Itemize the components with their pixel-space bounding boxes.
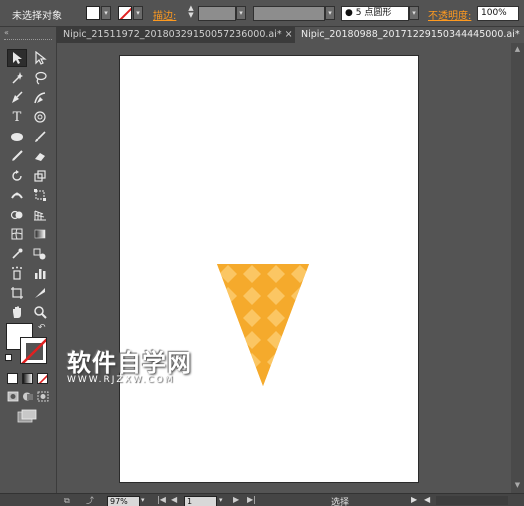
- free-transform-tool-icon[interactable]: [30, 186, 50, 204]
- eraser-tool-icon[interactable]: [30, 147, 50, 165]
- width-tool-icon[interactable]: [7, 186, 27, 204]
- lasso-tool-icon[interactable]: [30, 69, 50, 87]
- draw-behind-icon[interactable]: [22, 391, 34, 402]
- paintbrush-tool-icon[interactable]: [30, 128, 50, 146]
- hand-tool-icon[interactable]: [7, 303, 27, 321]
- direct-selection-tool-icon[interactable]: [30, 49, 50, 67]
- draw-normal-icon[interactable]: [7, 391, 19, 402]
- tools-panel: « T ↶: [0, 27, 57, 506]
- control-bar: 未选择对象 ▾ ▾ 描边: ▲ ▼ ▾ ▾ ● 5 点圆形 ▾ 不透明度: 100…: [0, 0, 524, 27]
- brush-definition-label: 5 点圆形: [355, 8, 392, 18]
- draw-inside-icon[interactable]: [37, 391, 49, 402]
- ice-cream-cone-shape[interactable]: [216, 263, 310, 387]
- screen-mode-icon[interactable]: [17, 409, 37, 423]
- opacity-label[interactable]: 不透明度:: [428, 7, 471, 22]
- horizontal-scrollbar[interactable]: [436, 496, 508, 505]
- last-artboard-icon[interactable]: ▶|: [247, 495, 256, 504]
- type-tool-icon[interactable]: T: [7, 108, 27, 126]
- current-tool-label: 选择: [331, 498, 350, 506]
- scroll-left-icon[interactable]: ◀: [424, 495, 430, 504]
- fill-color-swatch[interactable]: [86, 6, 100, 20]
- color-mode-icon[interactable]: [7, 373, 18, 384]
- tab-document-1[interactable]: Nipic_21511972_20180329150057236000.ai* …: [57, 27, 295, 43]
- stroke-color-swatch[interactable]: [118, 6, 132, 20]
- status-menu-icon[interactable]: ▶: [411, 495, 417, 504]
- vertical-scrollbar[interactable]: ▲ ▼: [511, 43, 524, 493]
- selection-status-label: 未选择对象: [12, 11, 62, 22]
- blend-tool-icon[interactable]: [30, 245, 50, 263]
- variable-width-dropdown-icon[interactable]: ▾: [325, 6, 335, 20]
- shape-builder-tool-icon[interactable]: [7, 206, 27, 224]
- stroke-dropdown-icon[interactable]: ▾: [133, 6, 143, 20]
- perspective-grid-tool-icon[interactable]: [30, 206, 50, 224]
- opacity-input[interactable]: 100%: [477, 6, 519, 21]
- zoom-dropdown-icon[interactable]: ▾: [141, 496, 150, 506]
- selection-tool-icon[interactable]: [7, 49, 27, 67]
- artboard-number-input[interactable]: 1: [184, 496, 217, 506]
- default-colors-icon[interactable]: [5, 354, 12, 361]
- watermark-title: 软件自学网: [67, 349, 192, 377]
- zoom-tool-icon[interactable]: [30, 303, 50, 321]
- none-mode-icon[interactable]: [37, 373, 48, 384]
- next-artboard-icon[interactable]: ▶: [233, 495, 239, 504]
- panel-grip[interactable]: [4, 39, 52, 41]
- ellipse-tool-icon[interactable]: [7, 128, 27, 146]
- swap-fill-stroke-icon[interactable]: ↶: [38, 323, 46, 333]
- collapse-panel-icon[interactable]: «: [4, 28, 9, 37]
- artboard-dropdown-icon[interactable]: ▾: [219, 496, 223, 504]
- stroke-weight-dropdown-icon[interactable]: ▾: [236, 6, 246, 20]
- mesh-tool-icon[interactable]: [7, 225, 27, 243]
- scale-tool-icon[interactable]: [30, 167, 50, 185]
- column-graph-tool-icon[interactable]: [30, 264, 50, 282]
- no-stroke-icon: [21, 338, 46, 363]
- pen-tool-icon[interactable]: [7, 89, 27, 107]
- scroll-up-icon[interactable]: ▲: [513, 45, 522, 54]
- watermark-logo: 软件自学网 WWW.RJZXW.COM: [67, 349, 192, 385]
- touch-type-tool-icon[interactable]: [30, 108, 50, 126]
- gradient-tool-icon[interactable]: [30, 225, 50, 243]
- artboard-tool-icon[interactable]: [7, 284, 27, 302]
- watermark-url: WWW.RJZXW.COM: [67, 375, 175, 385]
- no-stroke-icon: [119, 7, 131, 19]
- eyedropper-tool-icon[interactable]: [7, 245, 27, 263]
- first-artboard-icon[interactable]: |◀: [157, 495, 166, 504]
- fill-dropdown-icon[interactable]: ▾: [101, 6, 111, 20]
- pencil-tool-icon[interactable]: [7, 147, 27, 165]
- brush-dot-icon: ●: [345, 8, 353, 18]
- magic-wand-tool-icon[interactable]: [7, 69, 27, 87]
- scroll-down-icon[interactable]: ▼: [513, 481, 522, 490]
- slice-tool-icon[interactable]: [30, 284, 50, 302]
- tab-document-2[interactable]: Nipic_20180988_20171229150344445000.ai* …: [295, 27, 524, 43]
- artboard[interactable]: [119, 55, 419, 483]
- brush-dropdown-icon[interactable]: ▾: [409, 6, 419, 20]
- curvature-tool-icon[interactable]: [30, 89, 50, 107]
- rotate-tool-icon[interactable]: [7, 167, 27, 185]
- symbol-sprayer-tool-icon[interactable]: [7, 264, 27, 282]
- stroke-weight-input[interactable]: [198, 6, 236, 21]
- stroke-stepper-icon[interactable]: ▲ ▼: [186, 5, 196, 21]
- artboard-nav-icon[interactable]: ⧉: [64, 496, 78, 506]
- share-icon[interactable]: ⤴: [86, 495, 98, 505]
- zoom-level-input[interactable]: 97%: [107, 496, 140, 506]
- document-tabs: Nipic_21511972_20180329150057236000.ai* …: [57, 27, 524, 43]
- canvas-area[interactable]: 软件自学网 WWW.RJZXW.COM: [57, 43, 511, 493]
- status-bar: ⧉ ⤴ 97% ▾ |◀ ◀ 1 ▾ ▶ ▶| 选择 ▶ ◀: [0, 493, 524, 506]
- stroke-color-box[interactable]: [20, 337, 47, 364]
- variable-width-profile-select[interactable]: [253, 6, 325, 21]
- brush-definition-select[interactable]: ● 5 点圆形: [341, 6, 409, 21]
- previous-artboard-icon[interactable]: ◀: [171, 495, 177, 504]
- gradient-mode-icon[interactable]: [22, 373, 33, 384]
- stroke-weight-label[interactable]: 描边:: [153, 7, 176, 22]
